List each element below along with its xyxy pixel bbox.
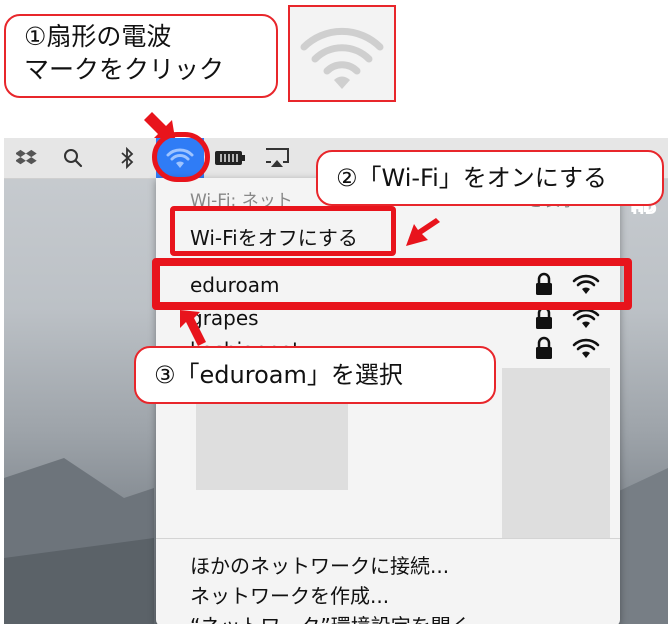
callout-step1-line2: マークをクリック	[24, 55, 225, 84]
menu-separator	[156, 538, 620, 539]
wifi-zoom-icon	[300, 27, 384, 89]
callout-step1-line1: ①扇形の電波	[24, 22, 172, 51]
wifi-signal-icon	[572, 338, 600, 358]
bluetooth-icon[interactable]	[116, 144, 138, 172]
battery-icon[interactable]	[212, 144, 248, 172]
arrow-step2	[406, 218, 440, 246]
callout-step2: ②「Wi-Fi」をオンにする	[316, 150, 664, 206]
airplay-icon[interactable]	[262, 144, 292, 172]
highlight-wifi-icon	[152, 132, 210, 182]
blurred-network-list-left	[196, 404, 348, 490]
highlight-eduroam	[152, 258, 632, 310]
network-icons-kashiapnet	[534, 336, 601, 360]
highlight-wifi-toggle	[170, 206, 396, 256]
connect-other-network-item[interactable]: ほかのネットワークに接続...	[190, 550, 449, 579]
blurred-network-list-right	[502, 368, 610, 538]
wifi-icon-zoom	[288, 5, 396, 102]
search-icon[interactable]	[60, 144, 86, 172]
dropbox-icon[interactable]	[14, 144, 40, 172]
arrow-step3	[180, 310, 206, 346]
callout-step3: ③「eduroam」を選択	[134, 346, 496, 404]
open-network-preferences-item[interactable]: “ネットワーク”環境設定を開く...	[190, 610, 490, 624]
lock-icon	[536, 336, 552, 359]
create-network-item[interactable]: ネットワークを作成...	[190, 580, 389, 609]
callout-step1: ①扇形の電波 マークをクリック	[4, 14, 278, 98]
